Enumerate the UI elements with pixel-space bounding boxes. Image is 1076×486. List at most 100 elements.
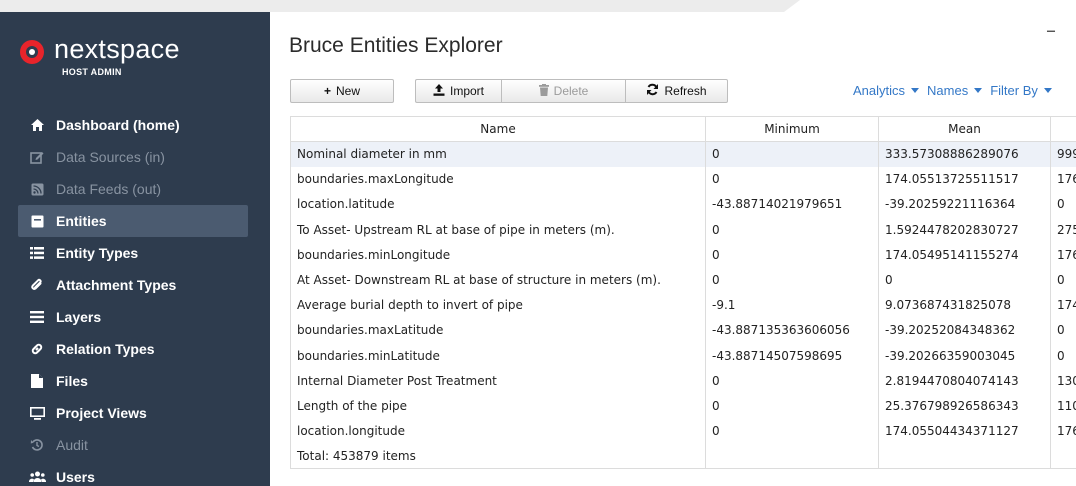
cell-name: Average burial depth to invert of pipe (290, 292, 706, 318)
sidebar-nav: Dashboard (home) Data Sources (in) Data … (0, 109, 270, 486)
trash-icon (538, 83, 549, 99)
table-row[interactable]: boundaries.minLatitude -43.8871450759869… (290, 343, 1076, 369)
table-row[interactable]: To Asset- Upstream RL at base of pipe in… (290, 217, 1076, 243)
import-button[interactable]: Import (415, 79, 501, 103)
cell-extra: 0 (1050, 343, 1076, 369)
paperclip-icon (26, 278, 48, 292)
table-row[interactable]: boundaries.minLongitude 0 174.0549514115… (290, 242, 1076, 268)
upload-icon (433, 83, 445, 99)
cell-extra: 174 (1050, 292, 1076, 318)
brand-name: nextspace (54, 34, 180, 64)
cell-minimum: -43.887135363606056 (705, 317, 879, 343)
column-header-extra[interactable] (1050, 116, 1076, 142)
sidebar-item-label: Relation Types (56, 341, 155, 357)
main-content: Bruce Entities Explorer – + New Import D… (270, 12, 1076, 486)
cell-minimum: -43.88714507598695 (705, 343, 879, 369)
cell-extra: 110 (1050, 393, 1076, 419)
brand-subtitle: HOST ADMIN (62, 67, 122, 77)
cell-name: Length of the pipe (290, 393, 706, 419)
table-row[interactable]: At Asset- Downstream RL at base of struc… (290, 267, 1076, 293)
sidebar: nextspace HOST ADMIN Dashboard (home) Da… (0, 12, 270, 486)
cell-name: boundaries.minLongitude (290, 242, 706, 268)
table-row[interactable]: boundaries.maxLatitude -43.8871353636060… (290, 317, 1076, 343)
minimize-icon[interactable]: – (1046, 18, 1056, 42)
cell-minimum: -43.88714021979651 (705, 191, 879, 218)
sidebar-item-audit[interactable]: Audit (18, 429, 248, 461)
nextspace-logo-icon (20, 40, 44, 64)
home-icon (26, 118, 48, 132)
table-row[interactable]: Internal Diameter Post Treatment 0 2.819… (290, 368, 1076, 394)
cell-minimum: 0 (705, 393, 879, 419)
column-header-name[interactable]: Name (290, 116, 706, 142)
table-row[interactable]: Length of the pipe 0 25.376798926586343 … (290, 393, 1076, 419)
plus-icon: + (323, 84, 331, 98)
filter-by-dropdown[interactable]: Filter By (990, 83, 1052, 98)
cell-extra: 0 (1050, 191, 1076, 218)
cell-name: Internal Diameter Post Treatment (290, 368, 706, 394)
cell-mean: -39.20252084348362 (878, 317, 1051, 343)
cell-extra: 0 (1050, 267, 1076, 293)
table-body: Nominal diameter in mm 0 333.57308886289… (290, 141, 1076, 470)
cell-minimum: 0 (705, 267, 879, 293)
cell-mean: 1.5924478202830727 (878, 217, 1051, 243)
layers-icon (26, 311, 48, 323)
sidebar-item-entities[interactable]: Entities (18, 205, 248, 237)
cell-extra: 0 (1050, 317, 1076, 343)
sidebar-item-project-views[interactable]: Project Views (18, 397, 248, 429)
cell-mean: 333.57308886289076 (878, 141, 1051, 167)
cell-extra: 176 (1050, 418, 1076, 444)
sidebar-item-entity-types[interactable]: Entity Types (18, 237, 248, 269)
top-band-decoration (0, 0, 800, 12)
sidebar-item-label: Layers (56, 309, 102, 325)
users-icon (26, 471, 48, 483)
cell-minimum: 0 (705, 242, 879, 268)
column-header-minimum[interactable]: Minimum (705, 116, 879, 142)
table-header-row: Name Minimum Mean (290, 116, 1076, 142)
table-row[interactable]: Nominal diameter in mm 0 333.57308886289… (290, 141, 1076, 167)
link-icon (26, 342, 48, 356)
sidebar-item-data-sources[interactable]: Data Sources (in) (18, 141, 248, 173)
table-row[interactable]: boundaries.maxLongitude 0 174.0551372551… (290, 166, 1076, 192)
cell-minimum: 0 (705, 368, 879, 394)
cell-mean: -39.20266359003045 (878, 343, 1051, 369)
table-row[interactable]: location.longitude 0 174.05504434371127 … (290, 418, 1076, 444)
sidebar-item-dashboard[interactable]: Dashboard (home) (18, 109, 248, 141)
entity-icon (26, 215, 48, 228)
feed-icon (26, 183, 48, 196)
entities-table-container: Name Minimum Mean Nominal diameter in mm… (290, 116, 1076, 486)
cell-name: To Asset- Upstream RL at base of pipe in… (290, 217, 706, 243)
names-dropdown[interactable]: Names (927, 83, 983, 98)
sidebar-item-files[interactable]: Files (18, 365, 248, 397)
cell-name: location.longitude (290, 418, 706, 444)
monitor-icon (26, 406, 48, 420)
sidebar-item-label: Dashboard (home) (56, 117, 180, 133)
entities-table: Name Minimum Mean Nominal diameter in mm… (290, 116, 1076, 470)
new-button[interactable]: + New (290, 79, 394, 103)
refresh-button[interactable]: Refresh (625, 79, 728, 103)
sidebar-item-attachment-types[interactable]: Attachment Types (18, 269, 248, 301)
caret-down-icon (911, 88, 920, 93)
sidebar-item-layers[interactable]: Layers (18, 301, 248, 333)
total-count: Total: 453879 items (290, 443, 706, 470)
column-header-mean[interactable]: Mean (878, 116, 1051, 142)
refresh-icon (646, 83, 659, 99)
analytics-dropdown[interactable]: Analytics (853, 83, 920, 98)
sidebar-item-data-feeds[interactable]: Data Feeds (out) (18, 173, 248, 205)
sidebar-item-relation-types[interactable]: Relation Types (18, 333, 248, 365)
sidebar-item-label: Entities (56, 213, 107, 229)
table-row[interactable]: location.latitude -43.88714021979651 -39… (290, 191, 1076, 218)
delete-button[interactable]: Delete (501, 79, 625, 103)
cell-name: location.latitude (290, 191, 706, 218)
cell-extra: 176 (1050, 242, 1076, 268)
sidebar-item-label: Attachment Types (56, 277, 177, 293)
cell-extra: 130 (1050, 368, 1076, 394)
sidebar-item-users[interactable]: Users (18, 461, 248, 486)
cell-name: boundaries.maxLongitude (290, 166, 706, 192)
cell-mean: 174.05495141155274 (878, 242, 1051, 268)
cell-mean: 25.376798926586343 (878, 393, 1051, 419)
cell-extra: 999 (1050, 141, 1076, 167)
cell-mean: 174.05513725511517 (878, 166, 1051, 192)
file-icon (26, 374, 48, 388)
sidebar-item-label: Files (56, 373, 88, 389)
table-row[interactable]: Average burial depth to invert of pipe -… (290, 292, 1076, 318)
